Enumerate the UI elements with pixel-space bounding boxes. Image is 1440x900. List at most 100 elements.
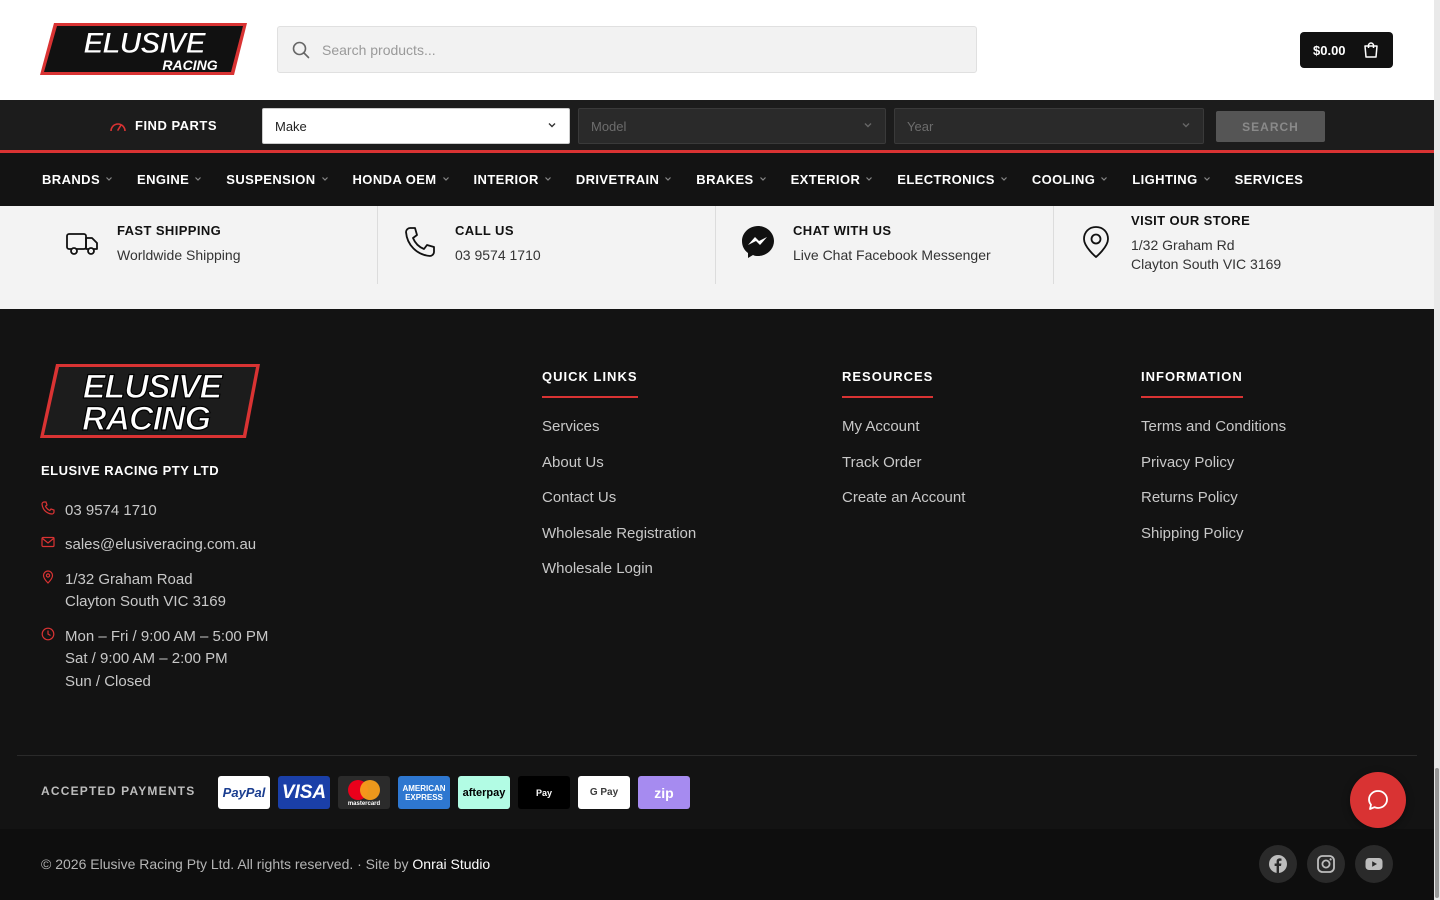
feature-chat[interactable]: CHAT WITH US Live Chat Facebook Messenge…: [716, 206, 1054, 284]
model-select[interactable]: Model: [578, 108, 886, 144]
payments-label: ACCEPTED PAYMENTS: [41, 784, 196, 798]
payment-methods: PayPal VISA mastercard AMERICAN EXPRESS afte…: [218, 776, 690, 809]
footer-link-services[interactable]: Services: [542, 418, 696, 454]
feature-title: CALL US: [455, 223, 514, 238]
chevron-down-icon: [442, 175, 450, 185]
scrollbar-thumb[interactable]: [1435, 768, 1439, 898]
phone-icon: [405, 227, 435, 257]
payment-paypal: PayPal: [218, 776, 270, 809]
nav-item-lighting[interactable]: LIGHTING: [1132, 172, 1210, 187]
bottom-bar: © 2026 Elusive Racing Pty Ltd. All right…: [0, 829, 1434, 900]
footer-link-wholesale-login[interactable]: Wholesale Login: [542, 560, 696, 596]
footer-link-about-us[interactable]: About Us: [542, 454, 696, 490]
resources-column: RESOURCES My Account Track Order Create …: [842, 368, 965, 525]
copyright: © 2026 Elusive Racing Pty Ltd. All right…: [41, 856, 491, 872]
search-icon: [292, 41, 310, 59]
chevron-down-icon: [544, 175, 552, 185]
feature-title: VISIT OUR STORE: [1131, 213, 1251, 228]
product-search[interactable]: [277, 26, 977, 73]
instagram-button[interactable]: [1307, 845, 1345, 883]
nav-item-brakes[interactable]: BRAKES: [696, 172, 766, 187]
svg-text:ELUSIVE: ELUSIVE: [83, 27, 206, 60]
svg-text:RACING: RACING: [82, 400, 211, 438]
feature-store[interactable]: VISIT OUR STORE 1/32 Graham Rd Clayton S…: [1054, 206, 1392, 284]
facebook-icon: [1269, 855, 1287, 873]
payment-pay: Pay: [518, 776, 570, 809]
make-select[interactable]: Make: [262, 108, 570, 144]
payment-g-pay: G Pay: [578, 776, 630, 809]
nav-item-cooling[interactable]: COOLING: [1032, 172, 1108, 187]
facebook-button[interactable]: [1259, 845, 1297, 883]
feature-title: CHAT WITH US: [793, 223, 892, 238]
truck-icon: [66, 233, 98, 255]
payment-afterpay: afterpay: [458, 776, 510, 809]
feature-text: 03 9574 1710: [455, 247, 541, 263]
find-parts-search-button[interactable]: SEARCH: [1216, 111, 1325, 142]
studio-link[interactable]: Onrai Studio: [412, 856, 490, 872]
site-logo[interactable]: ELUSIVE RACING: [40, 20, 248, 78]
search-input[interactable]: [322, 27, 962, 72]
footer-link-returns[interactable]: Returns Policy: [1141, 489, 1286, 525]
chat-bubble-icon: [1368, 790, 1388, 810]
footer-link-shipping[interactable]: Shipping Policy: [1141, 525, 1286, 561]
footer-link-terms[interactable]: Terms and Conditions: [1141, 418, 1286, 454]
cart-total: $0.00: [1313, 42, 1346, 58]
svg-text:RACING: RACING: [162, 57, 217, 73]
feature-text: Live Chat Facebook Messenger: [793, 247, 991, 263]
chat-button[interactable]: [1350, 772, 1406, 828]
feature-shipping: FAST SHIPPING Worldwide Shipping: [40, 206, 378, 284]
category-list: BRANDS ENGINE SUSPENSION HONDA OEM INTERIOR D…: [42, 172, 1303, 187]
clock-icon: [41, 627, 55, 641]
store-address-line: Clayton South VIC 3169: [1131, 256, 1282, 272]
nav-item-electronics[interactable]: ELECTRONICS: [897, 172, 1008, 187]
information-list: Terms and Conditions Privacy Policy Retu…: [1141, 418, 1286, 560]
column-heading: RESOURCES: [842, 369, 934, 398]
category-nav: BRANDS ENGINE SUSPENSION HONDA OEM INTERIOR D…: [0, 156, 1434, 206]
nav-item-services[interactable]: SERVICES: [1235, 172, 1304, 187]
column-heading: INFORMATION: [1141, 369, 1243, 398]
youtube-icon: [1365, 858, 1383, 870]
shopping-bag-icon: [1364, 42, 1378, 58]
features-strip: FAST SHIPPING Worldwide Shipping CALL US…: [0, 206, 1434, 309]
nav-item-interior[interactable]: INTERIOR: [474, 172, 552, 187]
chevron-down-icon: [1203, 175, 1211, 185]
nav-item-engine[interactable]: ENGINE: [137, 172, 202, 187]
footer-link-contact-us[interactable]: Contact Us: [542, 489, 696, 525]
chevron-down-icon: [759, 175, 767, 185]
footer-link-track-order[interactable]: Track Order: [842, 454, 965, 490]
chevron-down-icon: [864, 123, 872, 128]
nav-item-drivetrain[interactable]: DRIVETRAIN: [576, 172, 672, 187]
footer-link-my-account[interactable]: My Account: [842, 418, 965, 454]
nav-item-brands[interactable]: BRANDS: [42, 172, 113, 187]
phone-icon: [41, 501, 55, 515]
find-parts-bar: FIND PARTS Make Model Year SEARCH: [0, 100, 1434, 153]
information-column: INFORMATION Terms and Conditions Privacy…: [1141, 368, 1286, 560]
scrollbar-track[interactable]: [1434, 0, 1440, 900]
messenger-icon: [742, 226, 774, 258]
mastercard-circles: [338, 779, 390, 801]
find-parts-label: FIND PARTS: [109, 118, 217, 133]
chevron-down-icon: [1182, 123, 1190, 128]
nav-item-exterior[interactable]: EXTERIOR: [791, 172, 874, 187]
chevron-down-icon: [194, 175, 202, 185]
site-header: ELUSIVE RACING $0.00: [0, 0, 1434, 100]
chevron-down-icon: [105, 175, 113, 185]
nav-item-suspension[interactable]: SUSPENSION: [226, 172, 328, 187]
payment-american-express: AMERICAN EXPRESS: [398, 776, 450, 809]
footer-logo[interactable]: ELUSIVE RACING: [40, 362, 262, 440]
youtube-button[interactable]: [1355, 845, 1393, 883]
footer-link-create-account[interactable]: Create an Account: [842, 489, 965, 525]
nav-item-honda-oem[interactable]: HONDA OEM: [353, 172, 450, 187]
quick-links-list: Services About Us Contact Us Wholesale R…: [542, 418, 696, 596]
year-select[interactable]: Year: [894, 108, 1204, 144]
footer-link-privacy[interactable]: Privacy Policy: [1141, 454, 1286, 490]
quick-links-column: QUICK LINKS Services About Us Contact Us…: [542, 368, 696, 596]
footer-link-wholesale-registration[interactable]: Wholesale Registration: [542, 525, 696, 561]
column-heading: QUICK LINKS: [542, 369, 638, 398]
payment-visa: VISA: [278, 776, 330, 809]
feature-text: Worldwide Shipping: [117, 247, 241, 263]
feature-call[interactable]: CALL US 03 9574 1710: [378, 206, 716, 284]
feature-title: FAST SHIPPING: [117, 223, 222, 238]
cart-button[interactable]: $0.00: [1300, 32, 1393, 68]
speedometer-icon: [110, 122, 126, 131]
